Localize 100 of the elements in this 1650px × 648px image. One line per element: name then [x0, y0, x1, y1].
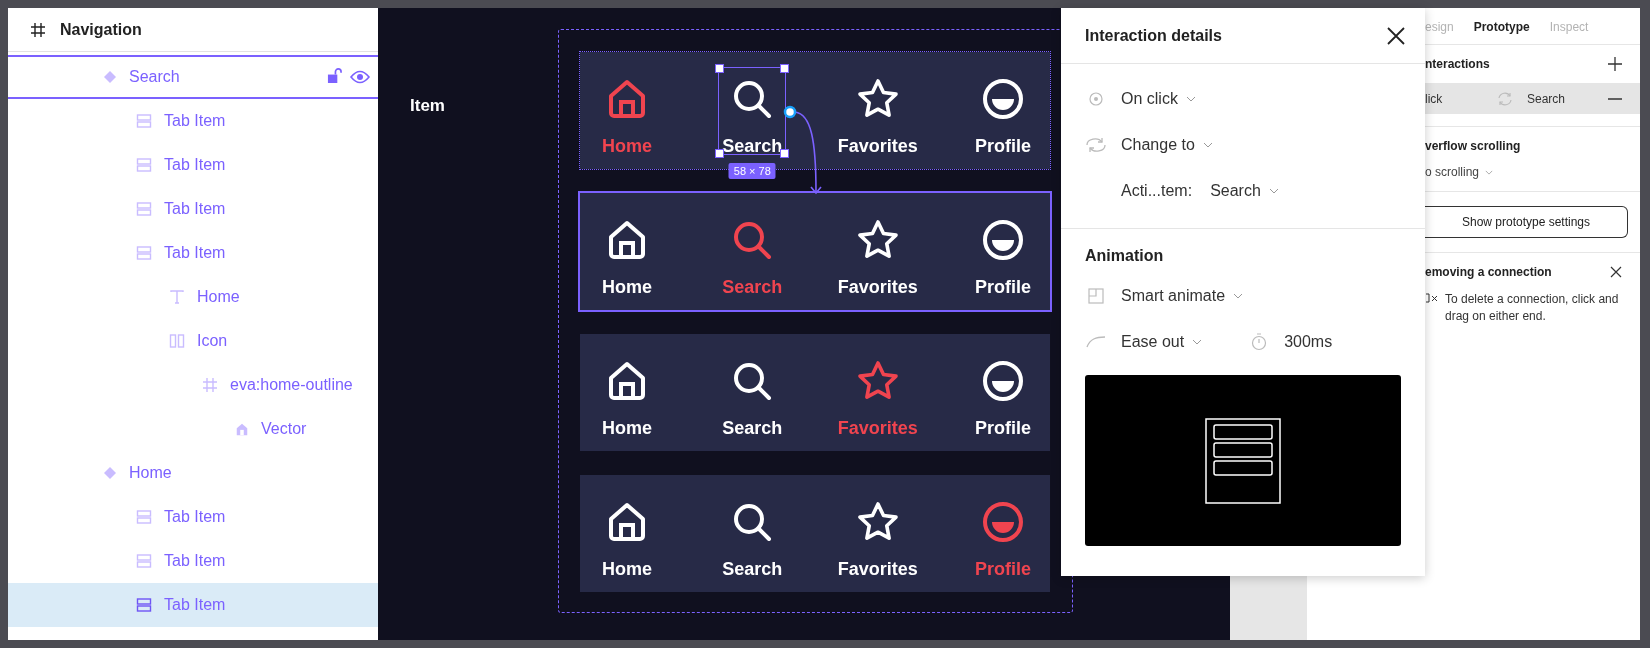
tab-item[interactable]: Home	[590, 346, 664, 440]
popup-title: Interaction details	[1085, 26, 1222, 45]
tab-item[interactable]: Favorites	[840, 205, 915, 299]
stacked-rows-icon	[136, 597, 152, 613]
text-icon	[169, 289, 185, 305]
caret-icon	[1202, 142, 1213, 148]
tab-item[interactable]: Favorites	[840, 64, 915, 158]
interaction-row[interactable]: lick Search	[1425, 83, 1640, 114]
diamond-icon	[103, 70, 117, 84]
overflow-dropdown[interactable]: o scrolling	[1307, 165, 1640, 179]
interaction-trigger: lick	[1425, 91, 1444, 106]
caret-icon	[1185, 96, 1196, 102]
section-heading: verflow scrolling	[1424, 139, 1522, 153]
tab-item[interactable]: Profile	[966, 346, 1040, 440]
layer-row[interactable]: Search	[8, 55, 378, 99]
house-icon	[235, 422, 249, 436]
tab-item[interactable]: Favorites	[840, 487, 915, 581]
profile-icon	[981, 359, 1025, 403]
layer-row[interactable]: Home	[8, 275, 378, 319]
layer-name: Icon	[197, 332, 228, 350]
caret-icon	[1233, 293, 1244, 299]
plus-icon[interactable]	[1608, 57, 1622, 71]
selection-handle[interactable]	[715, 149, 725, 158]
layer-name: Tab Item	[164, 112, 226, 130]
stacked-rows-icon	[136, 201, 152, 217]
layer-name: Search	[129, 68, 180, 86]
layer-row[interactable]: Tab Item	[8, 495, 378, 539]
animation-dropdown[interactable]: Smart animate	[1121, 287, 1244, 305]
caret-icon	[1192, 339, 1203, 345]
profile-icon	[981, 77, 1025, 121]
layer-row[interactable]: Tab Item	[8, 539, 378, 583]
layer-row[interactable]: Vector	[8, 407, 378, 451]
layer-row[interactable]: Tab Item	[8, 99, 378, 143]
tab-item[interactable]: Home	[590, 205, 664, 299]
square-icon	[1085, 288, 1107, 304]
selection-handle[interactable]	[715, 64, 725, 73]
panel-title: Navigation	[60, 20, 142, 39]
selection-handle[interactable]	[780, 149, 790, 158]
caret-icon	[1268, 188, 1279, 194]
size-badge: 58 × 78	[728, 163, 776, 179]
interaction-destination: Search	[1527, 91, 1567, 106]
tab-item[interactable]: Search	[715, 64, 790, 158]
trigger-dropdown[interactable]: On click	[1121, 90, 1196, 108]
minus-icon[interactable]	[1608, 97, 1622, 100]
destination-label: Acti...tem:	[1121, 182, 1193, 200]
layer-name: Tab Item	[164, 200, 226, 218]
layer-row[interactable]: Tab Item	[8, 583, 378, 627]
diamond-icon	[103, 466, 117, 480]
hint-text: To delete a connection, click and drag on either end.	[1445, 291, 1620, 325]
layer-name: Tab Item	[164, 596, 226, 614]
settings-button[interactable]: Show prototype settings	[1425, 206, 1628, 238]
frame-label: Item	[410, 96, 445, 116]
layer-row[interactable]: Tab Item	[8, 231, 378, 275]
layer-name: Tab Item	[164, 508, 226, 526]
close-icon[interactable]	[1387, 26, 1405, 45]
layer-name: Home	[197, 288, 240, 306]
panel-tab[interactable]: Prototype	[1473, 20, 1530, 34]
tab-item[interactable]: Search	[715, 487, 790, 581]
selection-handle[interactable]	[780, 64, 790, 73]
destination-dropdown[interactable]: Search	[1210, 182, 1279, 200]
close-icon[interactable]	[1610, 266, 1622, 278]
layer-row[interactable]: Icon	[8, 319, 378, 363]
layer-name: Tab Item	[164, 156, 226, 174]
layer-row[interactable]: Home	[8, 451, 378, 495]
profile-icon	[981, 218, 1025, 262]
tab-item[interactable]: Home	[590, 64, 664, 158]
tab-item[interactable]: Favorites	[840, 346, 915, 440]
tab-item[interactable]: Search	[715, 346, 790, 440]
easing-dropdown[interactable]: Ease out	[1121, 333, 1203, 351]
layer-row[interactable]: Tab Item	[8, 187, 378, 231]
layer-row[interactable]: eva:home-outline	[8, 363, 378, 407]
profile-icon	[981, 500, 1025, 544]
layer-name: Tab Item	[164, 552, 226, 570]
hash-icon	[202, 377, 218, 393]
stacked-rows-icon	[136, 245, 152, 261]
curve-icon	[1085, 336, 1107, 348]
stacked-rows-icon	[136, 157, 152, 173]
layer-name: Vector	[261, 420, 307, 438]
hint-title: emoving a connection	[1425, 265, 1552, 279]
duration-field[interactable]: 300ms	[1284, 333, 1333, 351]
layer-row[interactable]: Tab Item	[8, 143, 378, 187]
sync-icon	[1085, 137, 1107, 153]
tab-item[interactable]: Profile	[966, 487, 1040, 581]
stacked-rows-icon	[136, 113, 152, 129]
section-heading: nteractions	[1425, 57, 1490, 71]
tab-item[interactable]: Home	[590, 487, 664, 581]
disconnect-icon	[1425, 291, 1439, 305]
tab-item[interactable]: Profile	[966, 64, 1040, 158]
section-heading: Animation	[1085, 247, 1165, 265]
sync-icon	[1497, 90, 1513, 107]
layer-name: Home	[129, 464, 172, 482]
eye-icon[interactable]	[350, 70, 370, 84]
tab-item[interactable]: Search	[715, 205, 790, 299]
tab-item[interactable]: Profile	[966, 205, 1040, 299]
layer-name: Tab Item	[164, 244, 226, 262]
connector-handle[interactable]	[783, 105, 797, 119]
action-dropdown[interactable]: Change to	[1121, 136, 1213, 154]
lock-icon[interactable]	[327, 67, 342, 84]
hash-icon	[30, 21, 46, 38]
caret-icon	[1485, 169, 1494, 175]
